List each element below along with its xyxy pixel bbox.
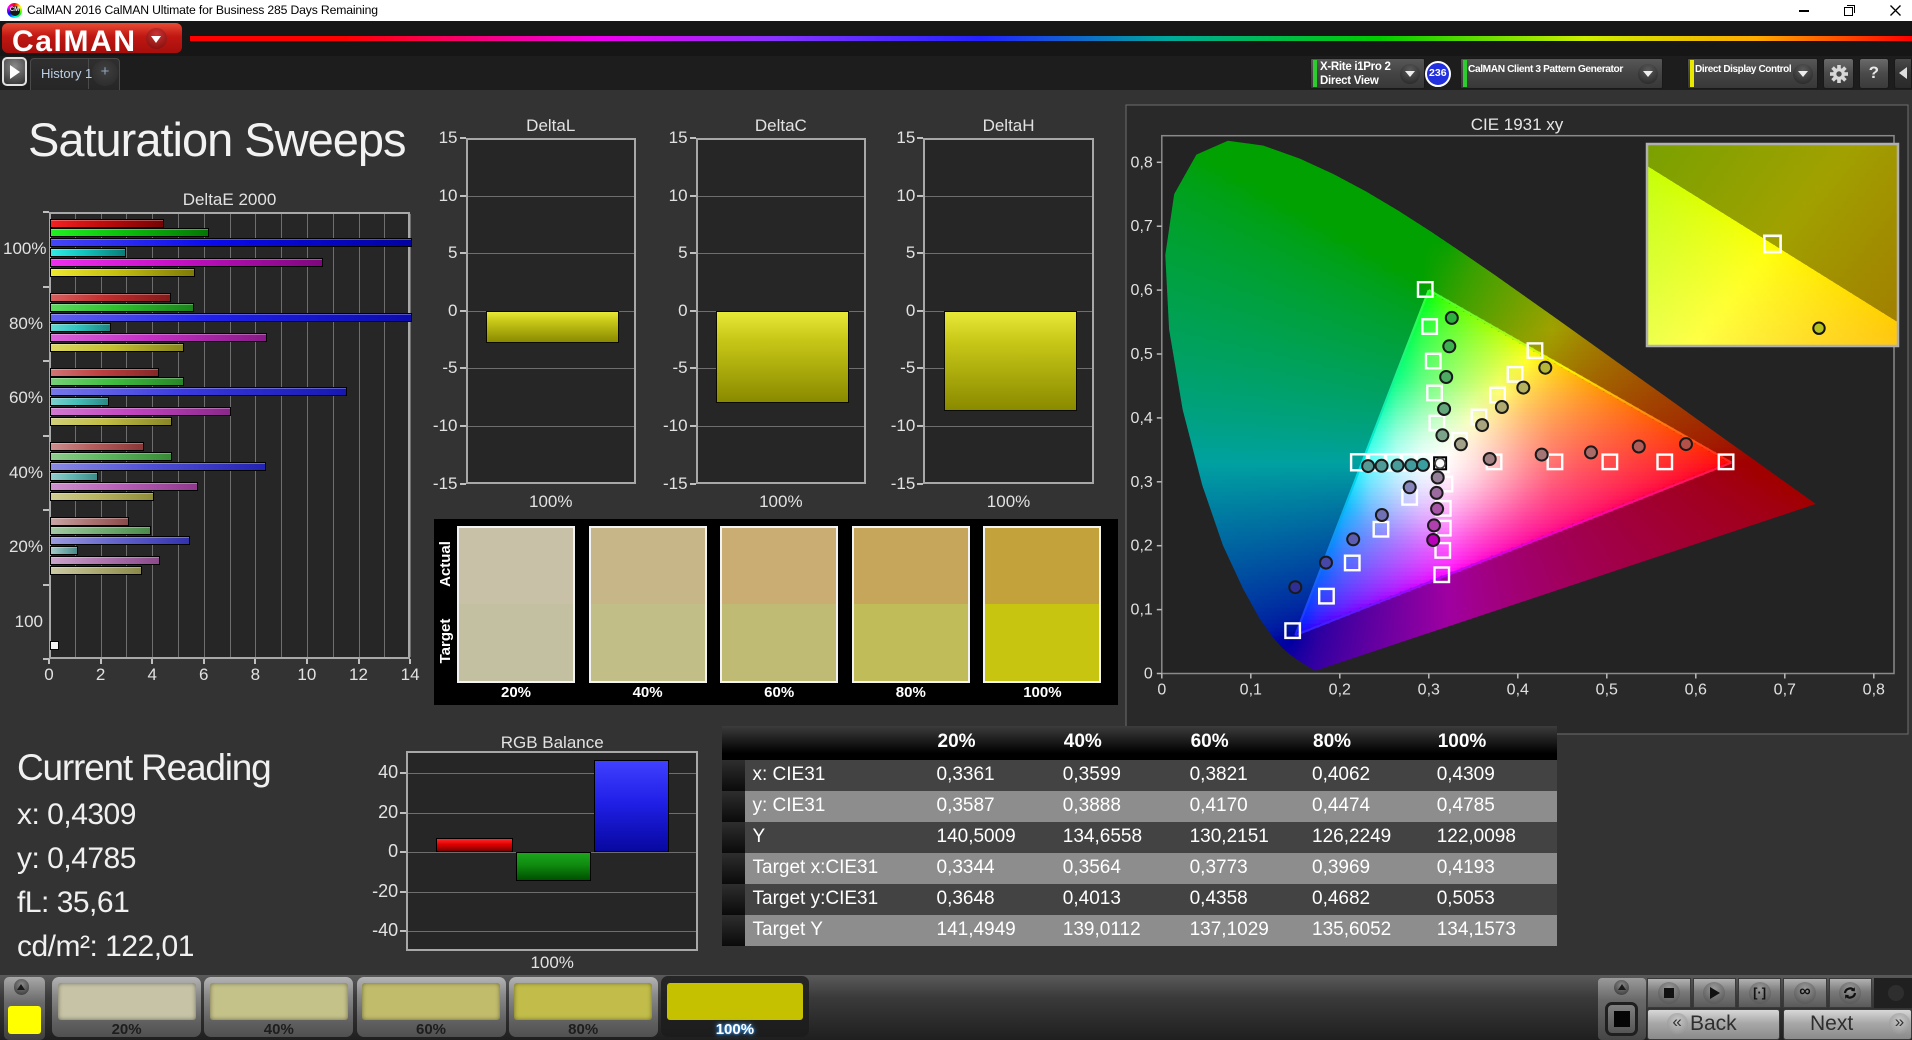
svg-text:0,1: 0,1 xyxy=(1131,602,1153,619)
svg-text:0,6: 0,6 xyxy=(1131,282,1153,299)
svg-text:0,8: 0,8 xyxy=(1863,682,1885,699)
svg-text:CIE 1931 xy: CIE 1931 xy xyxy=(1471,115,1564,134)
svg-text:0,4: 0,4 xyxy=(1507,682,1529,699)
svg-text:0,2: 0,2 xyxy=(1329,682,1351,699)
svg-text:0,5: 0,5 xyxy=(1596,682,1618,699)
svg-text:0,5: 0,5 xyxy=(1131,346,1153,363)
svg-text:0,7: 0,7 xyxy=(1131,218,1153,235)
svg-text:0,4: 0,4 xyxy=(1131,410,1153,427)
svg-text:0,3: 0,3 xyxy=(1418,682,1440,699)
svg-text:0: 0 xyxy=(1144,666,1153,683)
svg-text:0,6: 0,6 xyxy=(1685,682,1707,699)
svg-text:0: 0 xyxy=(1157,682,1166,699)
svg-text:0,8: 0,8 xyxy=(1131,154,1153,171)
svg-text:0,3: 0,3 xyxy=(1131,474,1153,491)
svg-text:0,2: 0,2 xyxy=(1131,538,1153,555)
svg-text:0,7: 0,7 xyxy=(1774,682,1796,699)
svg-text:0,1: 0,1 xyxy=(1240,682,1262,699)
